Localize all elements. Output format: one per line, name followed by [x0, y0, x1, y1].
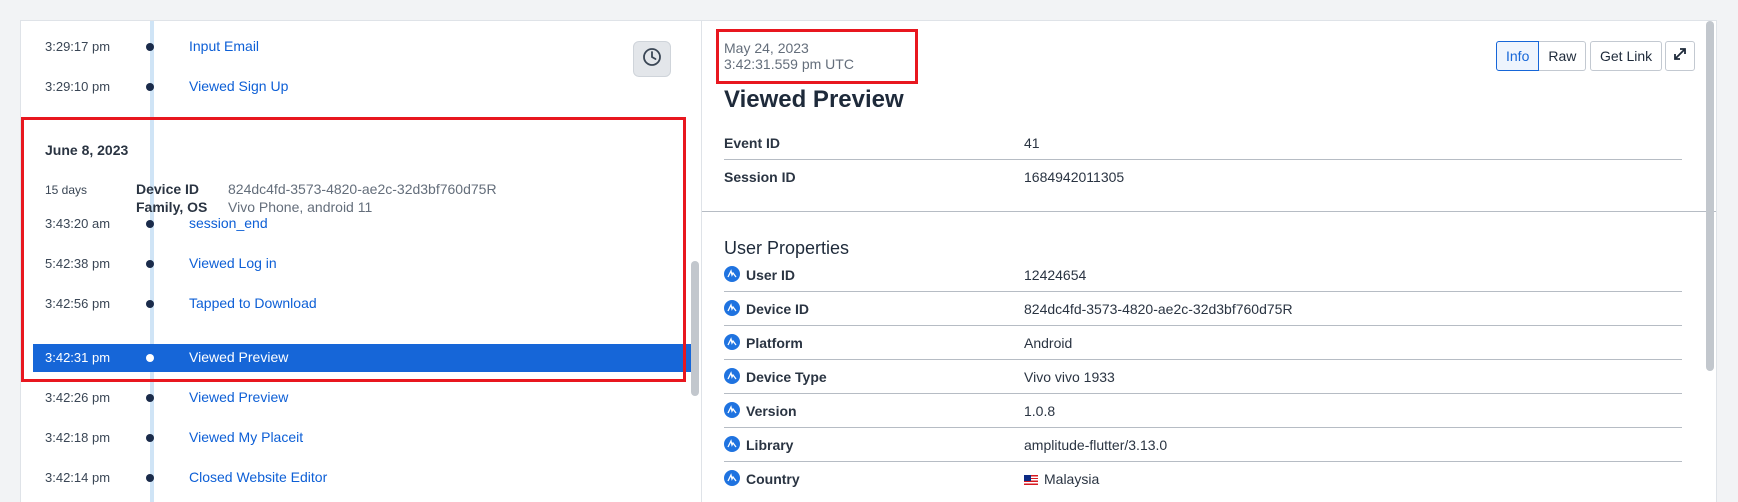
session-date: June 8, 2023 [45, 142, 129, 158]
user-property-row: User ID 12424654 [724, 258, 1682, 292]
event-time: 3:42:26 pm [45, 390, 111, 405]
timeline-dot [146, 474, 154, 482]
event-id-label: Event ID [724, 135, 781, 151]
event-time: 3:29:10 pm [45, 79, 111, 94]
amplitude-property-icon [724, 402, 740, 418]
event-time: 3:42:56 pm [45, 296, 111, 311]
device-id-label: Device ID [136, 181, 200, 197]
event-time: 3:43:20 am [45, 216, 111, 231]
timeline-dot [146, 394, 154, 402]
amplitude-property-icon [724, 300, 740, 316]
property-label: Platform [746, 335, 803, 351]
property-label: Library [746, 437, 794, 453]
event-id-value: 41 [1024, 135, 1040, 151]
event-detail-panel: May 24, 2023 3:42:31.559 pm UTC Viewed P… [702, 21, 1716, 502]
event-name-link[interactable]: Closed Website Editor [189, 469, 327, 485]
timeline-event[interactable]: 3:29:10 pm Viewed Sign Up [33, 73, 693, 101]
timeline-scrollbar[interactable] [691, 261, 699, 396]
clock-icon [642, 47, 662, 72]
property-label: Device Type [746, 369, 827, 385]
timeline-event[interactable]: 3:42:56 pm Tapped to Download [33, 290, 693, 318]
device-id-value: 824dc4fd-3573-4820-ae2c-32d3bf760d75R [228, 181, 497, 197]
detail-scrollbar[interactable] [1706, 21, 1714, 371]
user-property-row: Country Malaysia [724, 462, 1682, 495]
get-link-group: Get Link [1590, 41, 1663, 71]
session-id-value: 1684942011305 [1024, 169, 1125, 185]
clock-button[interactable] [633, 41, 671, 77]
property-value: amplitude-flutter/3.13.0 [1024, 437, 1168, 453]
property-label: Version [746, 403, 797, 419]
event-name-link[interactable]: Viewed Preview [189, 389, 288, 405]
expand-button[interactable] [1665, 41, 1695, 71]
user-property-row: Version 1.0.8 [724, 394, 1682, 428]
amplitude-property-icon [724, 334, 740, 350]
section-divider [702, 211, 1716, 212]
timeline-dot [146, 220, 154, 228]
user-property-row: Library amplitude-flutter/3.13.0 [724, 428, 1682, 462]
session-id-label: Session ID [724, 169, 796, 185]
user-properties-title: User Properties [724, 238, 850, 258]
property-value: 824dc4fd-3573-4820-ae2c-32d3bf760d75R [1024, 301, 1293, 317]
event-timeline-panel: 3:29:17 pm Input Email 3:29:10 pm Viewed… [21, 21, 702, 502]
timeline-dot [146, 300, 154, 308]
event-time: 3:42:31 pm [45, 350, 111, 365]
timeline-event[interactable]: 3:42:26 pm Viewed Preview [33, 384, 693, 412]
property-value-country: Malaysia [1024, 471, 1099, 487]
event-title: Viewed Preview [724, 86, 904, 113]
raw-tab-button[interactable]: Raw [1539, 41, 1587, 71]
event-time: 3:42:18 pm [45, 430, 111, 445]
event-name-link[interactable]: Viewed My Placeit [189, 429, 303, 445]
get-link-button[interactable]: Get Link [1590, 41, 1663, 71]
timeline-event[interactable]: 3:42:18 pm Viewed My Placeit [33, 424, 693, 452]
timeline-event-selected[interactable]: 3:42:31 pm Viewed Preview [33, 344, 693, 372]
event-name-link[interactable]: Viewed Log in [189, 255, 277, 271]
property-label: Device ID [746, 301, 810, 317]
amplitude-property-icon [724, 368, 740, 384]
timeline-event[interactable]: 3:42:14 pm Closed Website Editor [33, 464, 693, 492]
property-label: User ID [746, 267, 796, 283]
property-label: Country [746, 471, 800, 487]
event-time: 3:42:14 pm [45, 470, 111, 485]
property-value: Vivo vivo 1933 [1024, 369, 1115, 385]
property-value: 12424654 [1024, 267, 1087, 283]
event-id-row: Event ID 41 [724, 126, 1682, 160]
app-frame: 3:29:17 pm Input Email 3:29:10 pm Viewed… [20, 20, 1717, 502]
timeline-event[interactable]: 3:29:17 pm Input Email [33, 33, 693, 61]
event-name-link[interactable]: Tapped to Download [189, 295, 317, 311]
info-tab-button[interactable]: Info [1496, 41, 1540, 71]
expand-icon [1672, 46, 1688, 67]
timeline-dot [146, 43, 154, 51]
property-value: Android [1024, 335, 1073, 351]
amplitude-property-icon [724, 436, 740, 452]
user-property-row: Platform Android [724, 326, 1682, 360]
event-time: 3:29:17 pm [45, 39, 111, 54]
malaysia-flag-icon [1024, 475, 1038, 486]
view-toggle: Info Raw [1496, 41, 1587, 71]
user-property-row: Device Type Vivo vivo 1933 [724, 360, 1682, 394]
event-name-link[interactable]: Viewed Sign Up [189, 78, 288, 94]
amplitude-property-icon [724, 470, 740, 486]
country-name: Malaysia [1044, 471, 1100, 487]
timeline-dot [146, 260, 154, 268]
user-property-row: Device ID 824dc4fd-3573-4820-ae2c-32d3bf… [724, 292, 1682, 326]
event-timestamp: 3:42:31.559 pm UTC [724, 56, 854, 72]
timeline-dot [146, 83, 154, 91]
event-name-link[interactable]: Viewed Preview [189, 349, 288, 365]
timeline-event[interactable]: 5:42:38 pm Viewed Log in [33, 250, 693, 278]
property-value: 1.0.8 [1024, 403, 1056, 419]
event-time: 5:42:38 pm [45, 256, 111, 271]
timeline-event[interactable]: 3:43:20 am session_end [33, 210, 693, 238]
amplitude-property-icon [724, 266, 740, 282]
session-id-row: Session ID 1684942011305 [724, 160, 1682, 193]
event-name-link[interactable]: Input Email [189, 38, 259, 54]
event-name-link[interactable]: session_end [189, 215, 268, 231]
event-date: May 24, 2023 [724, 40, 809, 56]
timeline-dot [146, 354, 154, 362]
session-age: 15 days [45, 183, 88, 197]
timeline-dot [146, 434, 154, 442]
